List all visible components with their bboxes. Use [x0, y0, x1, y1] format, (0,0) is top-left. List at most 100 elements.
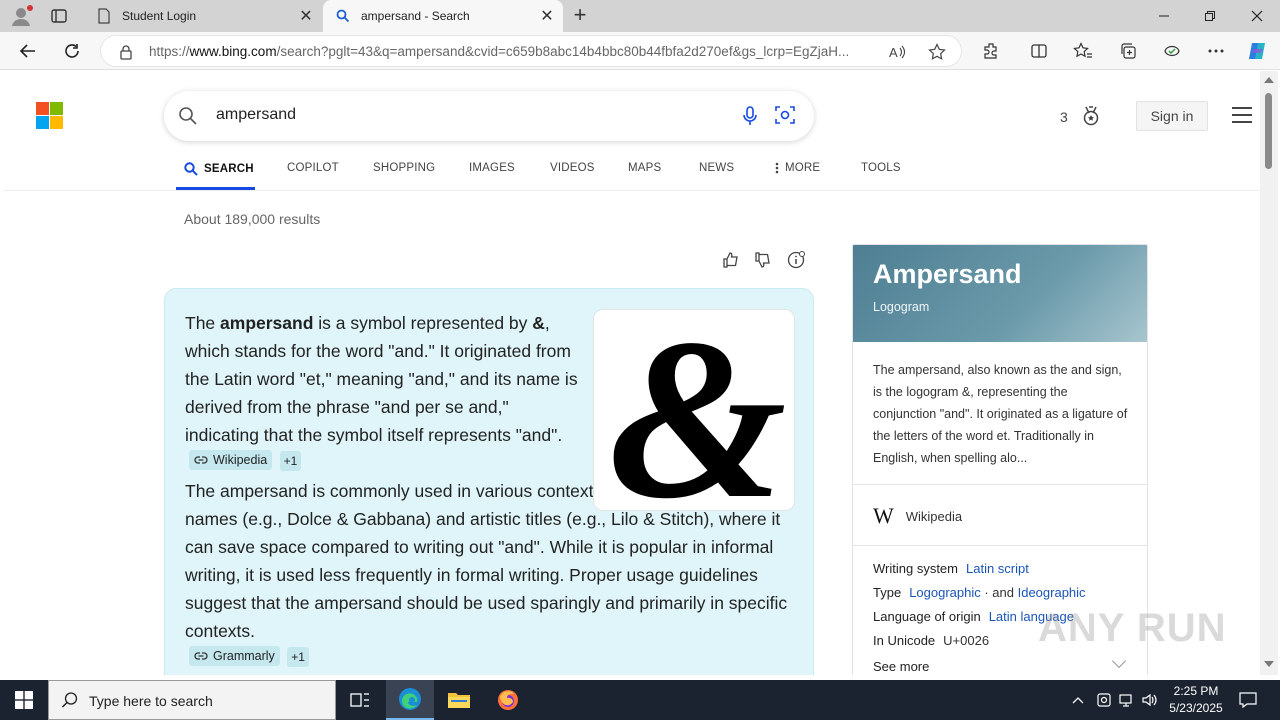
chevron-up-icon	[1072, 697, 1084, 704]
tab-copilot[interactable]: COPILOT	[287, 162, 339, 174]
browser-essentials-icon[interactable]	[1161, 40, 1183, 62]
scrollbar-thumb[interactable]	[1265, 93, 1272, 169]
tab-ampersand-search[interactable]: ampersand - Search ✕	[323, 0, 563, 32]
profile-avatar[interactable]	[10, 5, 33, 27]
new-tab-button[interactable]: +	[570, 4, 590, 26]
fact-link[interactable]: Logographic	[909, 585, 981, 600]
search-icon	[61, 691, 79, 714]
tab-images[interactable]: IMAGES	[469, 162, 515, 174]
back-arrow-icon	[19, 44, 35, 58]
more-sources-badge[interactable]: +1	[279, 451, 302, 471]
url-text[interactable]: https://www.bing.com/search?pglt=43&q=am…	[149, 44, 889, 59]
tab-tools[interactable]: TOOLS	[861, 162, 901, 174]
close-icon	[1251, 10, 1263, 22]
show-hidden-icons[interactable]	[1068, 680, 1088, 720]
tab-search[interactable]: SEARCH	[184, 162, 254, 176]
url-bar[interactable]: https://www.bing.com/search?pglt=43&q=am…	[100, 35, 962, 67]
address-toolbar: https://www.bing.com/search?pglt=43&q=am…	[0, 32, 1280, 70]
scroll-up-icon[interactable]	[1264, 77, 1274, 83]
clock-time: 2:25 PM	[1173, 684, 1219, 698]
tab-shopping[interactable]: SHOPPING	[373, 162, 435, 174]
more-options-icon[interactable]	[1205, 40, 1227, 62]
entity-source-link[interactable]: W Wikipedia	[873, 503, 962, 529]
rewards-count[interactable]: 3	[1060, 109, 1068, 125]
search-icon[interactable]	[178, 106, 198, 131]
taskbar: Type here to search 2:25 PM 5/23/2025	[0, 680, 1280, 720]
taskbar-firefox[interactable]	[484, 680, 532, 720]
thumbs-up-icon[interactable]	[720, 249, 742, 271]
thumbs-down-icon[interactable]	[752, 249, 774, 271]
split-screen-icon[interactable]	[1028, 40, 1050, 62]
rewards-medal-icon[interactable]	[1080, 105, 1102, 132]
ampersand-image[interactable]: &	[593, 309, 795, 511]
refresh-button[interactable]	[60, 39, 84, 63]
tab-actions-button[interactable]	[50, 7, 68, 25]
page-icon	[96, 8, 112, 24]
entity-title[interactable]: Ampersand	[873, 259, 1022, 290]
tab-maps[interactable]: MAPS	[628, 162, 661, 174]
network-icon	[1119, 694, 1132, 707]
tab-strip: Student Login ✕ ampersand - Search ✕ +	[0, 0, 1280, 32]
restore-button[interactable]	[1187, 0, 1233, 32]
search-input[interactable]: ampersand	[216, 106, 296, 124]
taskbar-search[interactable]: Type here to search	[48, 680, 336, 720]
search-favicon-icon	[335, 8, 351, 24]
close-tab-icon[interactable]: ✕	[298, 8, 314, 25]
taskbar-file-explorer[interactable]	[435, 680, 483, 720]
favorites-icon[interactable]	[1072, 40, 1094, 62]
page-scrollbar[interactable]	[1260, 71, 1278, 675]
copilot-icon[interactable]	[1246, 40, 1268, 62]
knowledge-panel-header: Ampersand Logogram	[853, 245, 1147, 342]
menu-icon[interactable]	[1232, 107, 1252, 123]
back-button[interactable]	[16, 39, 40, 63]
more-sources-badge[interactable]: +1	[287, 647, 309, 667]
fact-link[interactable]: Latin script	[966, 561, 1029, 576]
scroll-down-icon[interactable]	[1264, 661, 1274, 667]
feedback-info-icon[interactable]	[785, 249, 807, 271]
tray-volume[interactable]	[1140, 680, 1160, 720]
notification-dot	[27, 5, 33, 11]
citation-row: Grammarly +1	[189, 646, 309, 667]
more-dots-icon	[775, 162, 779, 174]
lock-icon[interactable]	[119, 44, 133, 65]
sign-in-button[interactable]: Sign in	[1136, 101, 1208, 131]
collections-icon[interactable]	[1117, 40, 1139, 62]
tab-student-login[interactable]: Student Login ✕	[84, 0, 322, 32]
divider	[4, 190, 1260, 191]
taskbar-clock[interactable]: 2:25 PM 5/23/2025	[1160, 683, 1232, 717]
citation-grammarly[interactable]: Grammarly	[189, 646, 280, 666]
tab-more[interactable]: MORE	[774, 162, 820, 174]
notification-icon	[1239, 692, 1257, 708]
entity-subtitle: Logogram	[873, 300, 930, 314]
extensions-icon[interactable]	[980, 40, 1002, 62]
entity-description: The ampersand, also known as the and sig…	[873, 363, 1128, 465]
read-aloud-icon[interactable]: A	[887, 42, 907, 62]
favorite-star-icon[interactable]	[927, 42, 947, 62]
answer-card: The ampersand is a symbol represented by…	[164, 288, 814, 675]
minimize-button[interactable]	[1141, 0, 1187, 32]
divider	[853, 484, 1147, 485]
firefox-icon	[498, 690, 518, 710]
tray-network[interactable]	[1117, 680, 1137, 720]
start-button[interactable]	[0, 680, 48, 720]
tab-news[interactable]: NEWS	[699, 162, 734, 174]
answer-paragraph-1: The ampersand is a symbol represented by…	[185, 313, 578, 445]
see-more-link[interactable]: See more	[873, 659, 929, 674]
search-box[interactable]: ampersand	[164, 91, 814, 141]
restore-icon	[1205, 11, 1215, 21]
close-window-button[interactable]	[1234, 0, 1280, 32]
watermark: ANY RUN	[1038, 606, 1227, 650]
task-view-button[interactable]	[336, 680, 384, 720]
tray-security[interactable]	[1094, 680, 1114, 720]
windows-icon	[15, 691, 33, 709]
taskbar-edge[interactable]	[386, 680, 434, 720]
search-icon	[184, 162, 198, 176]
notifications-button[interactable]	[1236, 680, 1260, 720]
tab-videos[interactable]: VIDEOS	[550, 162, 595, 174]
citation-wikipedia[interactable]: Wikipedia	[189, 450, 273, 470]
fact-link[interactable]: Ideographic	[1018, 585, 1086, 600]
close-tab-icon[interactable]: ✕	[539, 8, 555, 25]
microsoft-logo[interactable]	[36, 102, 63, 129]
microphone-icon[interactable]	[740, 105, 760, 132]
visual-search-icon[interactable]	[774, 104, 796, 131]
